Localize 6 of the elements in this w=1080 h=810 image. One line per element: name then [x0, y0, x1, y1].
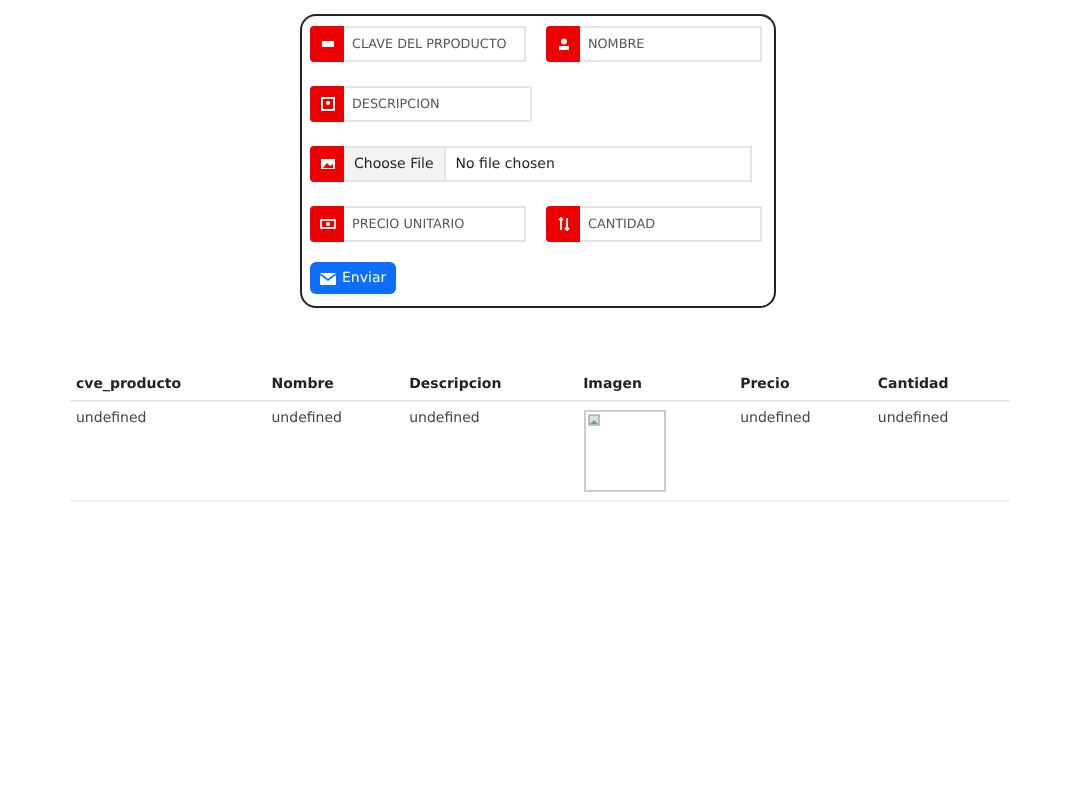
envelope-icon: [320, 271, 336, 285]
broken-image-icon: [587, 414, 600, 426]
cash-icon: [310, 206, 344, 242]
person-icon: [546, 26, 580, 62]
sort-icon: [546, 206, 580, 242]
image-icon: [310, 146, 344, 182]
